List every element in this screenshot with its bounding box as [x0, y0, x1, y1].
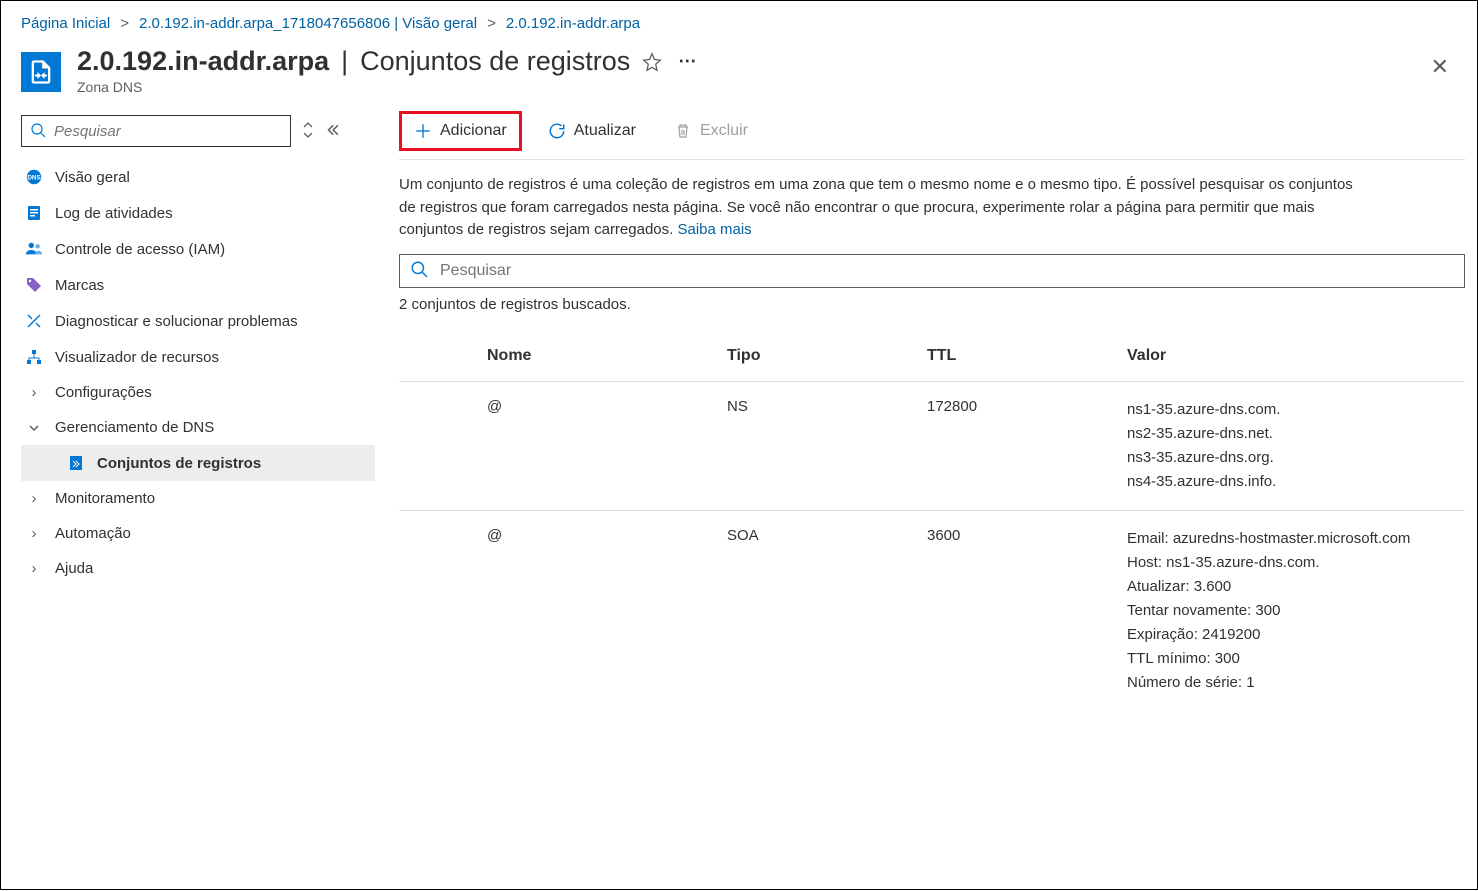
globe-dns-icon: DNS [25, 168, 43, 186]
table-cell-name: @ [479, 381, 719, 510]
search-icon [30, 122, 46, 141]
sidebar-item-overview[interactable]: DNS Visão geral [21, 159, 375, 195]
more-icon[interactable]: ⋯ [678, 51, 698, 72]
resource-viewer-icon [25, 348, 43, 366]
add-button[interactable]: Adicionar [399, 111, 522, 151]
table-header-type[interactable]: Tipo [719, 327, 919, 382]
sidebar-group-settings[interactable]: › Configurações [21, 375, 375, 410]
table-header-ttl[interactable]: TTL [919, 327, 1119, 382]
table-cell-value: Email: azuredns-hostmaster.microsoft.com… [1119, 510, 1465, 711]
recordset-icon [67, 454, 85, 472]
button-label: Adicionar [440, 122, 507, 140]
table-cell-type: SOA [719, 510, 919, 711]
expand-collapse-icon[interactable] [301, 122, 315, 141]
refresh-button[interactable]: Atualizar [536, 114, 648, 148]
main-content: Adicionar Atualizar Excluir Um conjunto … [375, 105, 1477, 891]
header: 2.0.192.in-addr.arpa | Conjuntos de regi… [1, 38, 1477, 105]
sidebar-group-label: Configurações [55, 384, 152, 401]
table-cell-ttl: 3600 [919, 510, 1119, 711]
chevron-right-icon: > [120, 15, 129, 32]
sidebar-item-label: Conjuntos de registros [97, 455, 261, 472]
sidebar-group-label: Ajuda [55, 560, 93, 577]
people-icon [25, 240, 43, 258]
collapse-sidebar-icon[interactable] [325, 123, 339, 140]
star-icon[interactable] [642, 52, 662, 72]
breadcrumb-overview[interactable]: 2.0.192.in-addr.arpa_1718047656806 | Vis… [139, 15, 477, 32]
refresh-icon [548, 122, 566, 140]
sidebar-nav: DNS Visão geral Log de atividades Contro… [21, 159, 375, 586]
button-label: Atualizar [574, 122, 636, 140]
sidebar-item-label: Log de atividades [55, 205, 173, 222]
sidebar-item-label: Controle de acesso (IAM) [55, 241, 225, 258]
breadcrumb-zone[interactable]: 2.0.192.in-addr.arpa [506, 15, 640, 32]
resource-type-label: Zona DNS [77, 79, 698, 95]
dns-zone-icon [21, 52, 61, 92]
sidebar-group-dns-management[interactable]: Gerenciamento de DNS [21, 410, 375, 445]
svg-text:DNS: DNS [27, 175, 40, 182]
chevron-right-icon: › [25, 525, 43, 542]
delete-button: Excluir [662, 114, 760, 148]
sidebar-item-label: Marcas [55, 277, 104, 294]
table-cell-name: @ [479, 510, 719, 711]
plus-icon [414, 122, 432, 140]
chevron-right-icon: › [25, 384, 43, 401]
breadcrumb-home[interactable]: Página Inicial [21, 15, 110, 32]
sidebar-item-label: Visualizador de recursos [55, 349, 219, 366]
sidebar-group-monitoring[interactable]: › Monitoramento [21, 481, 375, 516]
table-row[interactable]: @SOA3600Email: azuredns-hostmaster.micro… [399, 510, 1465, 711]
sidebar-item-label: Visão geral [55, 169, 130, 186]
log-icon [25, 204, 43, 222]
sidebar-item-resource-viewer[interactable]: Visualizador de recursos [21, 339, 375, 375]
table-cell-ttl: 172800 [919, 381, 1119, 510]
sidebar: DNS Visão geral Log de atividades Contro… [1, 105, 375, 891]
records-search-input[interactable] [440, 262, 1454, 280]
page-section: Conjuntos de registros [360, 46, 630, 77]
page-title: 2.0.192.in-addr.arpa [77, 46, 329, 77]
description-text: Um conjunto de registros é uma coleção d… [399, 176, 1353, 238]
sidebar-group-label: Automação [55, 525, 131, 542]
sidebar-group-automation[interactable]: › Automação [21, 516, 375, 551]
sidebar-item-label: Diagnosticar e solucionar problemas [55, 313, 298, 330]
chevron-right-icon: › [25, 560, 43, 577]
search-icon [410, 260, 428, 281]
sidebar-item-iam[interactable]: Controle de acesso (IAM) [21, 231, 375, 267]
diagnose-icon [25, 312, 43, 330]
records-count: 2 conjuntos de registros buscados. [399, 296, 1465, 313]
tags-icon [25, 276, 43, 294]
chevron-right-icon: › [25, 490, 43, 507]
sidebar-search-input[interactable] [54, 123, 282, 140]
table-cell-type: NS [719, 381, 919, 510]
table-header-value[interactable]: Valor [1119, 327, 1465, 382]
recordsets-table: Nome Tipo TTL Valor @NS172800ns1-35.azur… [399, 327, 1465, 711]
sidebar-item-diagnose[interactable]: Diagnosticar e solucionar problemas [21, 303, 375, 339]
breadcrumb: Página Inicial > 2.0.192.in-addr.arpa_17… [1, 1, 1477, 38]
sidebar-item-tags[interactable]: Marcas [21, 267, 375, 303]
table-header-name[interactable]: Nome [479, 327, 719, 382]
table-cell-value: ns1-35.azure-dns.com.ns2-35.azure-dns.ne… [1119, 381, 1465, 510]
sidebar-group-label: Monitoramento [55, 490, 155, 507]
sidebar-search[interactable] [21, 115, 291, 147]
sidebar-group-label: Gerenciamento de DNS [55, 419, 214, 436]
sidebar-group-help[interactable]: › Ajuda [21, 551, 375, 586]
toolbar: Adicionar Atualizar Excluir [399, 105, 1465, 160]
close-icon[interactable]: ✕ [1431, 54, 1449, 80]
sidebar-item-activity-log[interactable]: Log de atividades [21, 195, 375, 231]
learn-more-link[interactable]: Saiba mais [677, 221, 751, 238]
trash-icon [674, 122, 692, 140]
records-search[interactable] [399, 254, 1465, 288]
sidebar-item-recordsets[interactable]: Conjuntos de registros [21, 445, 375, 481]
description: Um conjunto de registros é uma coleção d… [399, 160, 1369, 254]
chevron-down-icon [25, 422, 43, 434]
table-row[interactable]: @NS172800ns1-35.azure-dns.com.ns2-35.azu… [399, 381, 1465, 510]
chevron-right-icon: > [487, 15, 496, 32]
button-label: Excluir [700, 122, 748, 140]
